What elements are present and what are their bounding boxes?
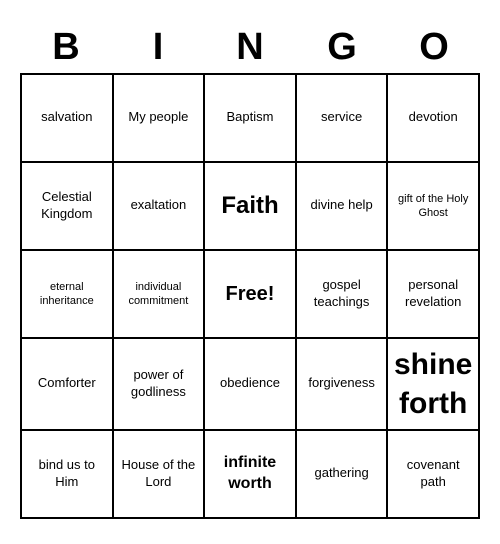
bingo-card: BINGO salvationMy peopleBaptismservicede… xyxy=(10,15,490,529)
cell-r3-c1: power of godliness xyxy=(114,339,206,431)
cell-r2-c1: individual commitment xyxy=(114,251,206,339)
cell-r1-c2: Faith xyxy=(205,163,297,251)
cell-r3-c3: forgiveness xyxy=(297,339,389,431)
cell-r0-c4: devotion xyxy=(388,75,480,163)
cell-r2-c3: gospel teachings xyxy=(297,251,389,339)
cell-r4-c0: bind us to Him xyxy=(22,431,114,519)
cell-r3-c4: shine forth xyxy=(388,339,480,431)
cell-r1-c4: gift of the Holy Ghost xyxy=(388,163,480,251)
bingo-header: BINGO xyxy=(20,25,480,71)
cell-r0-c2: Baptism xyxy=(205,75,297,163)
bingo-letter-i: I xyxy=(112,25,204,71)
bingo-letter-g: G xyxy=(296,25,388,71)
cell-r3-c0: Comforter xyxy=(22,339,114,431)
cell-r2-c2: Free! xyxy=(205,251,297,339)
cell-r1-c0: Celestial Kingdom xyxy=(22,163,114,251)
cell-r4-c4: covenant path xyxy=(388,431,480,519)
cell-r2-c4: personal revelation xyxy=(388,251,480,339)
bingo-letter-b: B xyxy=(20,25,112,71)
cell-r4-c1: House of the Lord xyxy=(114,431,206,519)
cell-r4-c2: infinite worth xyxy=(205,431,297,519)
cell-r0-c0: salvation xyxy=(22,75,114,163)
cell-r2-c0: eternal inheritance xyxy=(22,251,114,339)
cell-r0-c3: service xyxy=(297,75,389,163)
bingo-letter-o: O xyxy=(388,25,480,71)
cell-r0-c1: My people xyxy=(114,75,206,163)
cell-r1-c3: divine help xyxy=(297,163,389,251)
cell-r4-c3: gathering xyxy=(297,431,389,519)
bingo-grid: salvationMy peopleBaptismservicedevotion… xyxy=(20,73,480,519)
cell-r3-c2: obedience xyxy=(205,339,297,431)
bingo-letter-n: N xyxy=(204,25,296,71)
cell-r1-c1: exaltation xyxy=(114,163,206,251)
